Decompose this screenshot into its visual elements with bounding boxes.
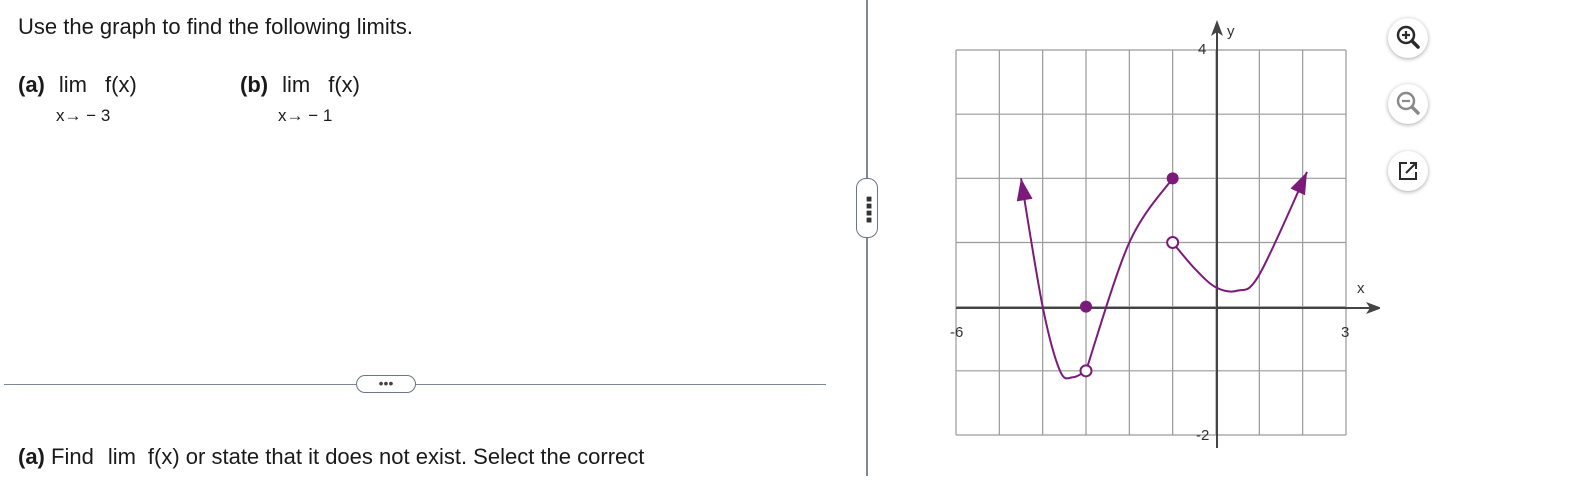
limit-a: (a) lim f(x) x→ − 3: [18, 72, 137, 125]
resize-handle-button[interactable]: ■ ■ ■ ■: [856, 178, 878, 238]
limit-a-lim: lim: [58, 72, 87, 97]
limit-a-approach: x→ − 3: [56, 106, 111, 125]
instructions-text: Use the graph to find the following limi…: [18, 14, 413, 39]
zoom-in-icon: [1396, 25, 1420, 49]
left-pane: Use the graph to find the following limi…: [0, 0, 830, 482]
x-axis-label: x: [1357, 280, 1365, 297]
limit-b: (b) lim f(x) x→ − 1: [240, 72, 360, 125]
expand-handle-button[interactable]: •••: [356, 375, 416, 393]
zoom-out-button[interactable]: [1388, 84, 1428, 124]
curve-arrow-icon: [1016, 178, 1033, 202]
vertical-divider: [866, 0, 868, 476]
resize-dots-icon: ■ ■ ■ ■: [866, 194, 873, 226]
question-tag: (a): [18, 444, 45, 469]
curve-segment-3: [1171, 171, 1308, 293]
filled-point: [1166, 172, 1179, 185]
x-min-label: -6: [950, 324, 963, 341]
limit-a-func: f(x): [105, 72, 137, 97]
curve-segment-1: [1020, 178, 1087, 380]
plot-area: [1016, 171, 1308, 380]
limit-a-tag: (a): [18, 72, 45, 97]
question-prefix: Find: [51, 444, 94, 469]
x-max-label: 3: [1341, 324, 1349, 341]
axes: x y -6 3 4 -2: [950, 20, 1380, 448]
question-lim: lim: [107, 444, 136, 469]
limit-b-tag: (b): [240, 72, 269, 97]
question-text: (a) Find lim f(x) or state that it does no…: [18, 444, 644, 470]
popout-button[interactable]: [1388, 151, 1428, 191]
limit-b-func: f(x): [328, 72, 360, 97]
graph: x y -6 3 4 -2: [950, 20, 1380, 448]
y-max-label: 4: [1198, 41, 1206, 58]
limit-b-lim: lim: [282, 72, 311, 97]
question-rest: f(x) or state that it does not exist. Se…: [147, 444, 645, 469]
y-axis-label: y: [1227, 23, 1235, 40]
filled-point: [1080, 300, 1092, 313]
open-point: [1166, 236, 1180, 249]
open-point: [1079, 364, 1093, 378]
limit-b-approach: x→ − 1: [278, 106, 333, 125]
curve-arrow-icon: [1290, 171, 1307, 196]
zoom-out-icon: [1396, 91, 1420, 115]
zoom-in-button[interactable]: [1388, 18, 1428, 58]
y-min-label: -2: [1196, 427, 1209, 444]
popout-icon: [1399, 162, 1417, 180]
grid: [955, 49, 1347, 436]
